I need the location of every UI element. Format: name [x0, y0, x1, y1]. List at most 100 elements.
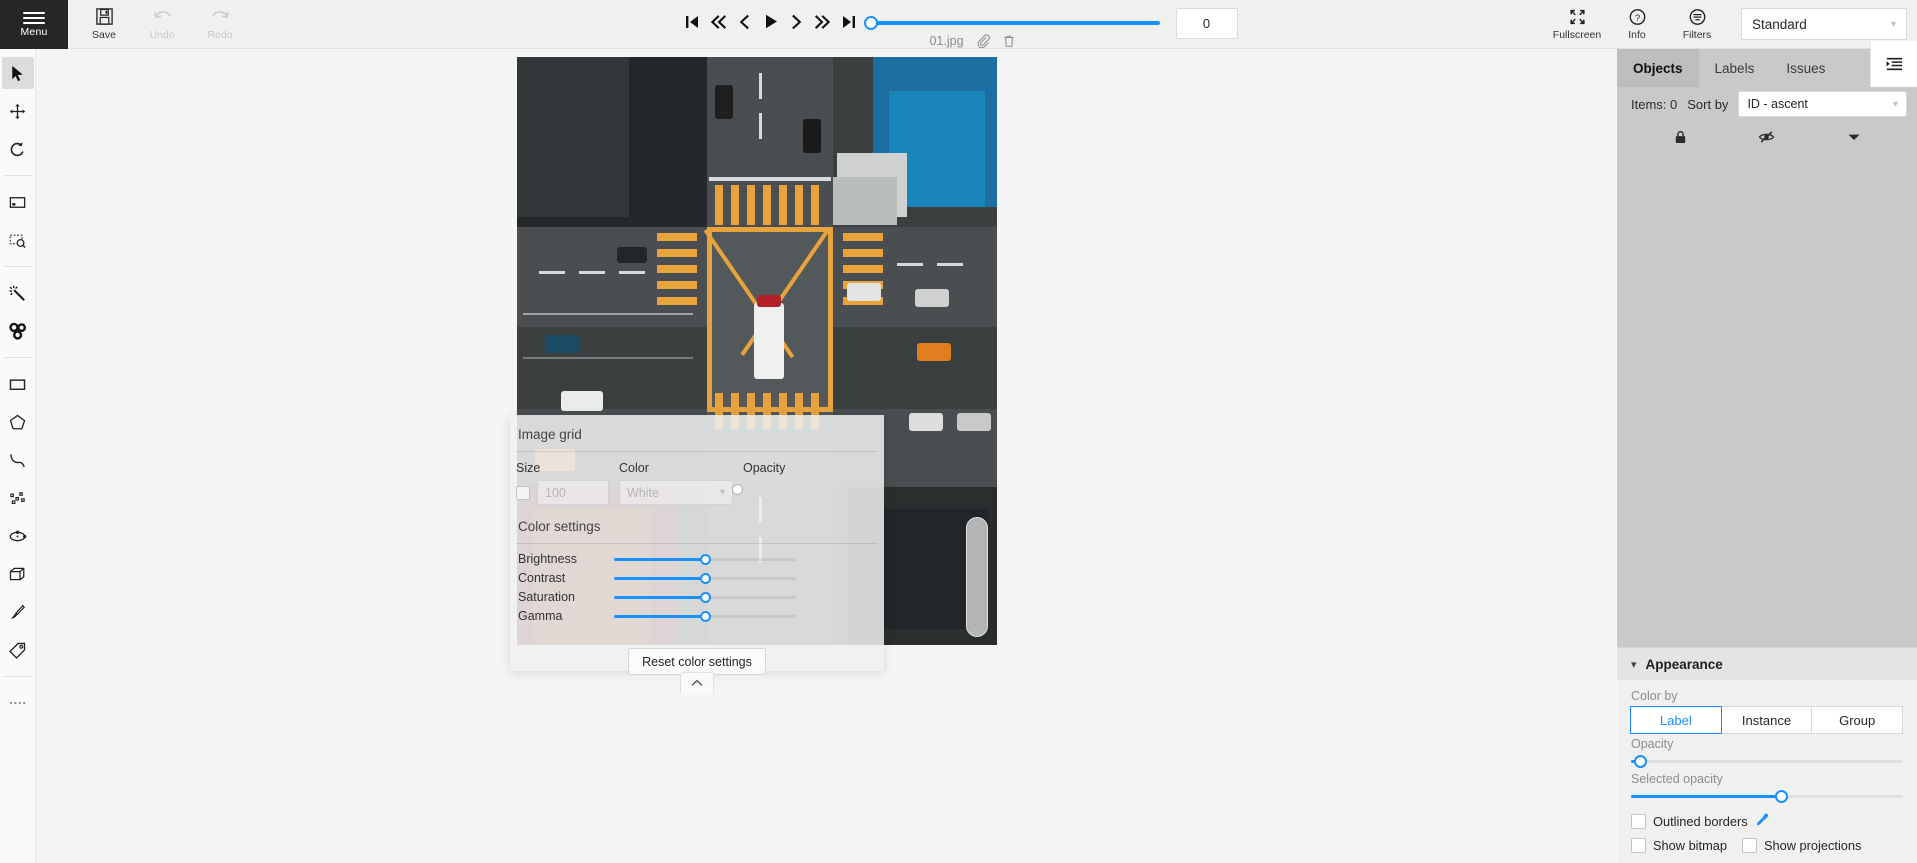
first-frame-button[interactable]	[680, 7, 706, 37]
image-grid-controls: Size 100 Color White ▾ Opacity	[510, 452, 884, 509]
opacity-thumb[interactable]	[1634, 755, 1647, 768]
sidebar-item-opencv[interactable]	[2, 315, 34, 347]
outlined-borders-row: Outlined borders	[1631, 812, 1903, 830]
workspace-select[interactable]: Standard ▾	[1741, 8, 1907, 40]
frame-number-input[interactable]	[1176, 8, 1238, 39]
filters-button[interactable]: Filters	[1669, 8, 1725, 41]
slider-thumb[interactable]	[700, 573, 711, 584]
sidebar-item-brush[interactable]	[2, 596, 34, 628]
zoom-slider-thumb[interactable]	[971, 523, 984, 536]
hide-all-button[interactable]	[1750, 127, 1784, 147]
frame-slider[interactable]: 01.jpg	[870, 20, 1160, 24]
appearance-panel: ▾ Appearance Color by LabelInstanceGroup…	[1617, 647, 1917, 863]
show-projections-checkbox[interactable]	[1742, 838, 1757, 853]
selected-opacity-slider[interactable]	[1631, 790, 1903, 804]
previous-frame-button[interactable]	[732, 7, 758, 37]
sidebar-item-draw-ellipse[interactable]	[2, 520, 34, 552]
appearance-body: Color by LabelInstanceGroup Opacity Sele…	[1617, 680, 1917, 863]
annotation-canvas[interactable]: + Image grid Size 100 Color White	[36, 49, 1617, 863]
right-sidebar: ObjectsLabelsIssues Items: 0 Sort by ID …	[1617, 49, 1917, 863]
last-frame-button[interactable]	[836, 7, 862, 37]
sort-by-select[interactable]: ID - ascent ▾	[1738, 91, 1907, 117]
eyedropper-glyph	[1755, 812, 1770, 827]
zoom-in-icon[interactable]: +	[971, 618, 984, 631]
grid-size-input[interactable]: 100	[537, 480, 609, 505]
copy-link-icon[interactable]	[976, 34, 990, 48]
canvas-zoom-control[interactable]: +	[966, 517, 988, 637]
sidebar-item-rotate-image[interactable]	[2, 133, 34, 165]
grid-enable-checkbox[interactable]	[516, 486, 530, 500]
color-by-instance[interactable]: Instance	[1721, 706, 1813, 734]
color-by-group[interactable]: Group	[1811, 706, 1903, 734]
grid-color-value: White	[627, 486, 659, 500]
sidebar-item-draw-rectangle[interactable]	[2, 368, 34, 400]
sidebar-item-cursor-tool[interactable]	[2, 57, 34, 89]
collapse-settings-handle[interactable]	[680, 672, 714, 693]
tab-labels[interactable]: Labels	[1699, 49, 1771, 87]
slider-thumb[interactable]	[700, 592, 711, 603]
grid-opacity-group: Opacity	[743, 461, 857, 505]
save-button[interactable]: Save	[76, 7, 132, 41]
tab-objects[interactable]: Objects	[1617, 49, 1699, 87]
objects-list[interactable]	[1617, 155, 1917, 647]
sidebar-item-draw-polyline[interactable]	[2, 444, 34, 476]
tab-issues[interactable]: Issues	[1770, 49, 1841, 87]
reset-color-settings-button[interactable]: Reset color settings	[628, 648, 766, 675]
gamma-slider[interactable]	[614, 615, 796, 618]
slider-thumb[interactable]	[700, 611, 711, 622]
backward-jump-button[interactable]	[706, 7, 732, 37]
sidebar-item-ai-tools[interactable]	[2, 277, 34, 309]
delete-frame-icon[interactable]	[1002, 34, 1016, 48]
file-actions-group: Save Undo Redo	[68, 0, 248, 48]
color-label: Color	[619, 461, 733, 475]
info-button[interactable]: ? Info	[1609, 8, 1665, 41]
sidebar-item-draw-polygon[interactable]	[2, 406, 34, 438]
appearance-header[interactable]: ▾ Appearance	[1617, 648, 1917, 680]
sidebar-item-select-region[interactable]	[2, 224, 34, 256]
grid-opacity-slider[interactable]	[743, 480, 857, 488]
sidebar-item-setup-tag[interactable]	[2, 634, 34, 666]
toolbar-resize-handle[interactable]	[2, 687, 34, 719]
sidebar-item-draw-points[interactable]	[2, 482, 34, 514]
color-by-label[interactable]: Label	[1630, 706, 1722, 734]
workspace-value: Standard	[1752, 17, 1807, 32]
sidebar-item-draw-cuboid[interactable]	[2, 558, 34, 590]
color-picker-icon[interactable]	[1755, 812, 1770, 830]
contrast-label: Contrast	[518, 571, 614, 585]
ellipse-icon	[8, 527, 27, 546]
chevron-down-icon: ▾	[1893, 99, 1898, 110]
fullscreen-button[interactable]: Fullscreen	[1549, 8, 1605, 41]
opacity-slider[interactable]	[1631, 755, 1903, 769]
outlined-borders-label: Outlined borders	[1653, 814, 1748, 829]
frame-slider-thumb[interactable]	[864, 16, 878, 30]
selected-opacity-thumb[interactable]	[1775, 790, 1788, 803]
redo-button[interactable]: Redo	[192, 7, 248, 41]
tab-label: Objects	[1633, 61, 1683, 76]
sidebar-item-fit-image[interactable]	[2, 186, 34, 218]
show-bitmap-checkbox[interactable]	[1631, 838, 1646, 853]
collapse-sidebar-button[interactable]	[1870, 41, 1917, 87]
info-label: Info	[1628, 29, 1646, 41]
save-label: Save	[92, 29, 116, 41]
grid-color-select[interactable]: White ▾	[619, 480, 733, 505]
brightness-slider[interactable]	[614, 558, 796, 561]
grid-opacity-thumb[interactable]	[732, 484, 743, 495]
play-button[interactable]	[758, 7, 784, 37]
menu-button[interactable]: Menu	[0, 0, 68, 49]
forward-jump-button[interactable]	[810, 7, 836, 37]
lock-all-button[interactable]	[1663, 127, 1697, 147]
last-frame-icon	[841, 14, 856, 30]
undo-button[interactable]: Undo	[134, 7, 190, 41]
slider-thumb[interactable]	[700, 554, 711, 565]
grid-opacity-label: Opacity	[743, 461, 857, 475]
chevron-up-icon	[691, 679, 703, 687]
sidebar-item-move-image[interactable]	[2, 95, 34, 127]
next-frame-button[interactable]	[784, 7, 810, 37]
expand-all-button[interactable]	[1837, 127, 1871, 147]
lock-icon	[1673, 129, 1688, 145]
chevron-down-icon: ▾	[1891, 19, 1896, 30]
saturation-slider[interactable]	[614, 596, 796, 599]
contrast-slider[interactable]	[614, 577, 796, 580]
image-grid-title: Image grid	[510, 427, 884, 451]
outlined-borders-checkbox[interactable]	[1631, 814, 1646, 829]
